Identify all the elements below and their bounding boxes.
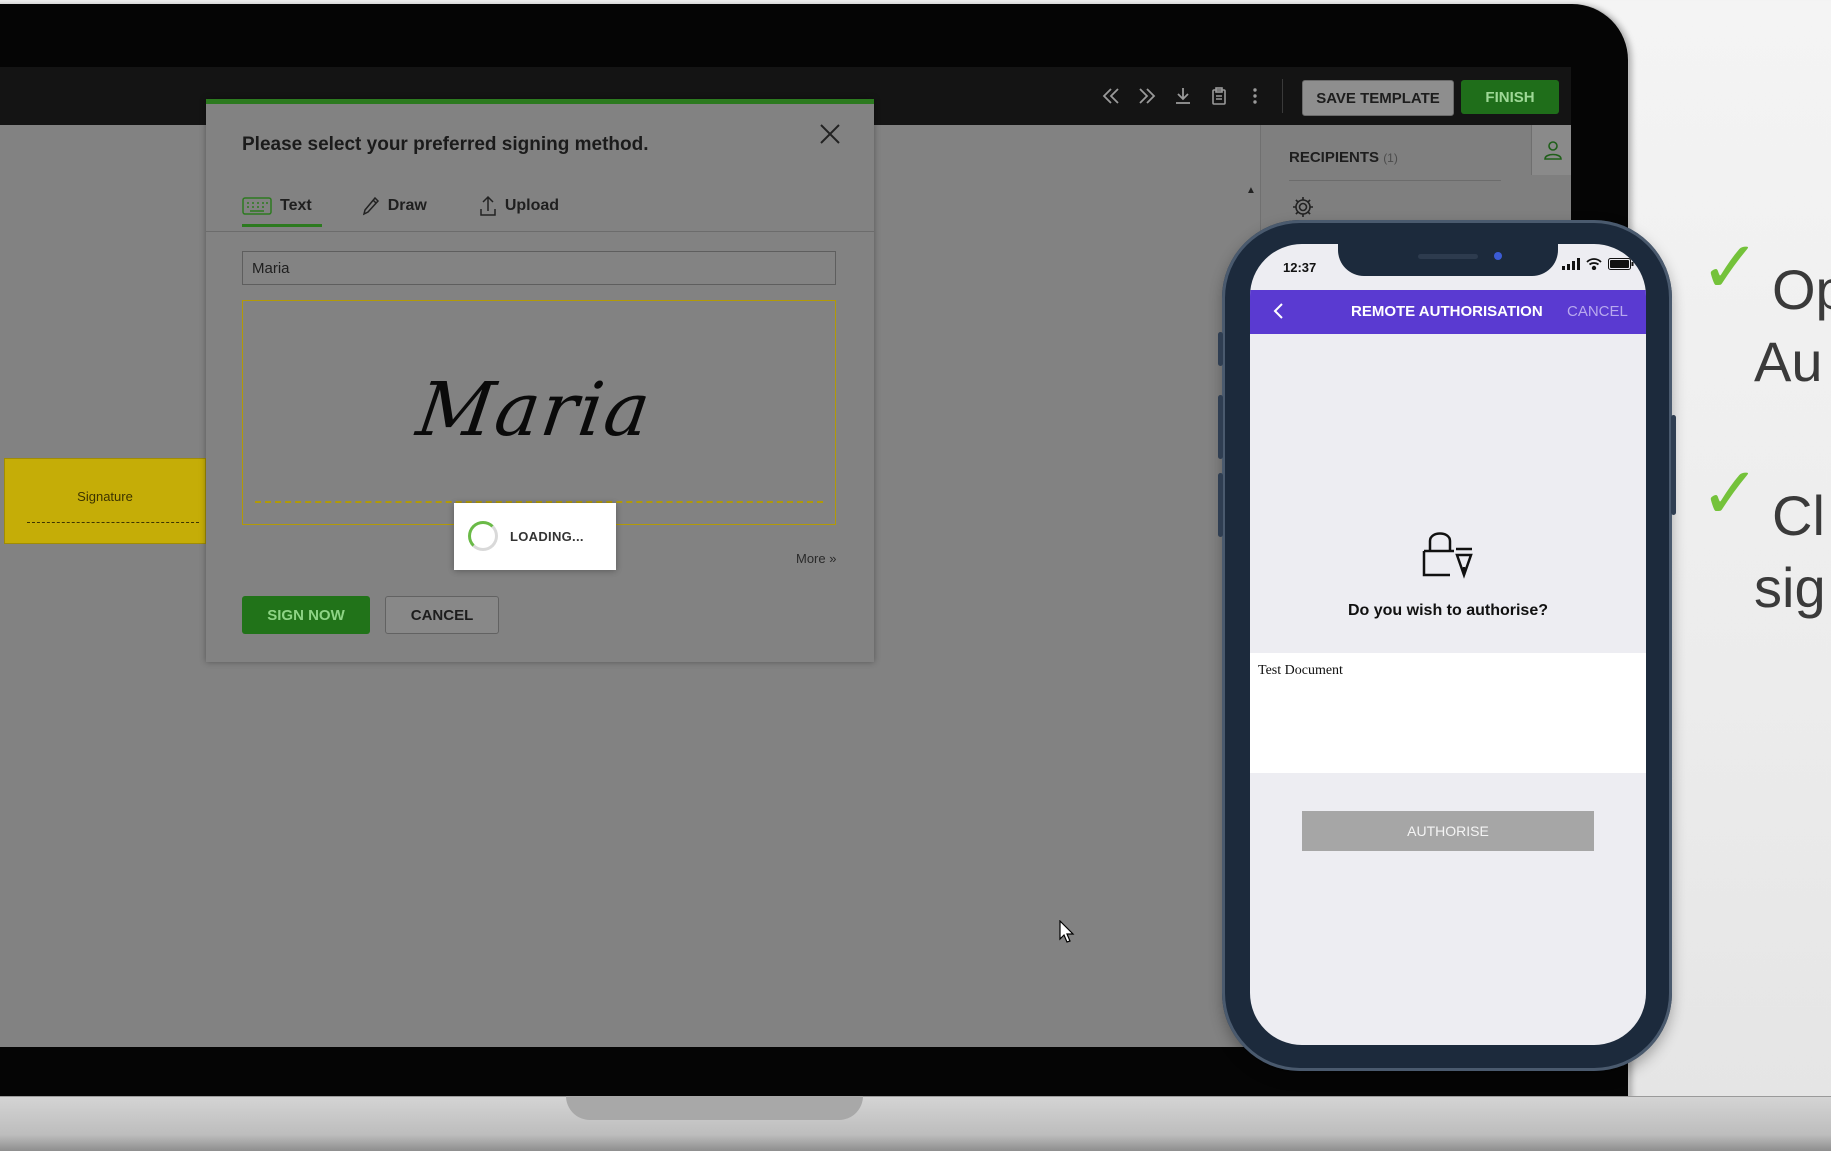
phone-notch (1338, 244, 1558, 276)
phone-side-button (1218, 332, 1223, 366)
phone-volume-up (1218, 395, 1223, 459)
user-icon (1543, 141, 1562, 160)
phone-screen: 12:37 REMOTE AUTHORISATION CANCEL Do you… (1250, 244, 1646, 1045)
phone-camera (1494, 252, 1502, 260)
signature-field-label: Signature (77, 489, 133, 504)
clipboard-icon[interactable] (1208, 85, 1230, 107)
back-chevron-icon[interactable] (1268, 300, 1290, 322)
feature-2-line-1: Cl (1772, 484, 1825, 547)
document-name: Test Document (1258, 663, 1343, 678)
tabs-divider (206, 231, 874, 232)
double-chevron-right-icon[interactable] (1136, 85, 1158, 107)
save-template-button[interactable]: SAVE TEMPLATE (1302, 80, 1454, 116)
more-options-link[interactable]: More » (796, 551, 836, 566)
phone-frame: 12:37 REMOTE AUTHORISATION CANCEL Do you… (1218, 220, 1676, 1071)
checkmark-icon: ✓ (1700, 454, 1761, 534)
status-time: 12:37 (1283, 260, 1317, 275)
signature-preview: Maria (411, 367, 658, 453)
laptop-base (0, 1096, 1831, 1151)
phone-power-button (1671, 415, 1676, 515)
recipients-title-text: RECIPIENTS (1289, 149, 1380, 166)
signature-field[interactable]: Signature (4, 458, 206, 544)
finish-button[interactable]: FINISH (1461, 80, 1559, 114)
tab-upload[interactable]: Upload (479, 188, 571, 224)
battery-icon (1608, 258, 1634, 270)
wifi-icon (1586, 258, 1602, 270)
tab-draw[interactable]: Draw (362, 188, 439, 224)
toolbar-icons (1100, 85, 1266, 107)
document-panel: Test Document (1250, 653, 1646, 773)
phone-volume-down (1218, 473, 1223, 537)
tab-text[interactable]: Text (242, 188, 322, 227)
status-icons (1562, 258, 1634, 270)
feature-1-line-1: Op (1772, 258, 1831, 321)
recipient-user-tab[interactable] (1531, 125, 1571, 175)
loading-text: LOADING... (510, 529, 584, 544)
upload-icon (480, 195, 496, 216)
recipients-divider (1289, 180, 1501, 181)
authorise-button[interactable]: AUTHORISE (1302, 811, 1594, 851)
signal-icon (1562, 258, 1580, 270)
tab-upload-label: Upload (504, 197, 560, 214)
feature-2-line-2: sig (1754, 556, 1826, 619)
spinner-icon (468, 521, 498, 551)
modal-title: Please select your preferred signing met… (242, 134, 649, 155)
pen-icon (362, 196, 379, 216)
tab-text-label: Text (280, 197, 312, 214)
gear-icon[interactable] (1291, 195, 1315, 219)
signing-method-tabs: Text Draw Upload (242, 188, 611, 227)
more-vert-icon[interactable] (1244, 85, 1266, 107)
signature-field-line (27, 522, 199, 523)
signature-name-input[interactable] (242, 251, 836, 285)
authorise-question: Do you wish to authorise? (1347, 602, 1548, 619)
mouse-cursor-icon (1059, 919, 1075, 949)
signing-method-modal: Please select your preferred signing met… (206, 99, 874, 662)
phone-cancel-button[interactable]: CANCEL (1567, 303, 1628, 320)
signature-preview-box[interactable]: Maria (242, 300, 836, 525)
checkmark-icon: ✓ (1700, 228, 1761, 308)
toolbar-separator (1282, 79, 1283, 113)
lock-pen-icon (1420, 529, 1478, 579)
recipients-title: RECIPIENTS (1) (1289, 149, 1398, 166)
phone-speaker (1418, 254, 1478, 259)
download-icon[interactable] (1172, 85, 1194, 107)
recipients-count: (1) (1383, 151, 1398, 165)
double-chevron-left-icon[interactable] (1100, 85, 1122, 107)
laptop-notch (566, 1096, 863, 1120)
sign-now-button[interactable]: SIGN NOW (242, 596, 370, 634)
keyboard-icon (242, 197, 272, 215)
cancel-button[interactable]: CANCEL (385, 596, 499, 634)
loading-indicator: LOADING... (454, 503, 616, 570)
tab-draw-label: Draw (387, 197, 427, 214)
phone-app-bar: REMOTE AUTHORISATION CANCEL (1250, 290, 1646, 334)
scroll-up-arrow[interactable]: ▲ (1246, 185, 1256, 196)
feature-1-line-2: Au (1754, 330, 1823, 393)
phone-title: REMOTE AUTHORISATION (1351, 303, 1543, 320)
close-icon[interactable] (818, 122, 842, 146)
